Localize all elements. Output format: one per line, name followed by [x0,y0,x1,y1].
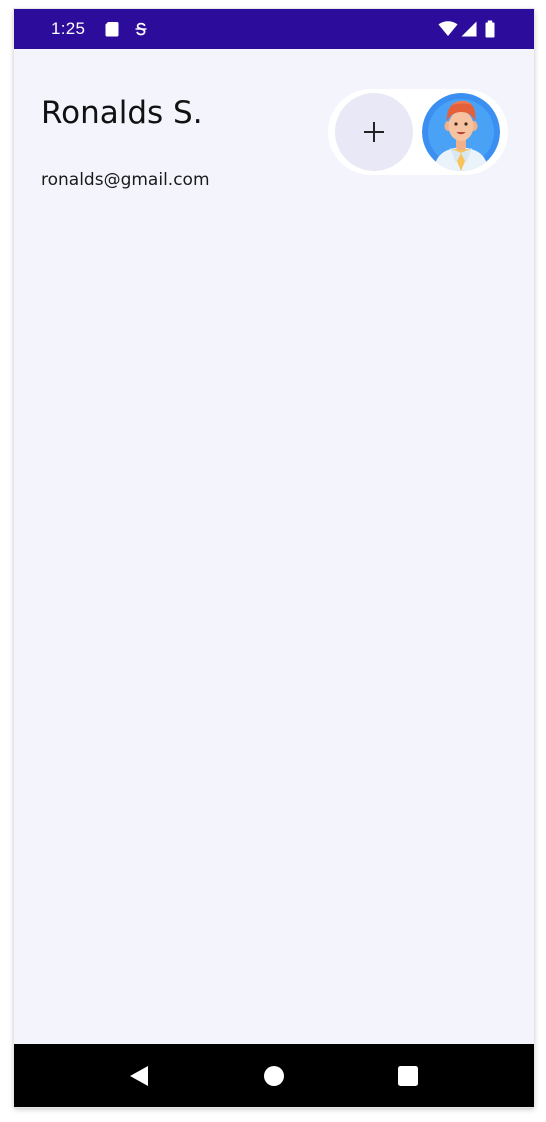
profile-email: ronalds@gmail.com [41,170,210,190]
avatar[interactable] [422,93,500,171]
back-icon[interactable] [124,1060,156,1092]
sync-s-icon [132,20,150,38]
phone-screen: 1:25 Ronalds S. ronalds@gmail.com [14,9,534,1107]
doctor-avatar-icon [422,93,500,171]
profile-name: Ronalds S. [41,95,203,131]
status-time: 1:25 [51,19,86,38]
recents-icon[interactable] [392,1060,424,1092]
navigation-bar [14,1044,534,1107]
profile-actions [328,89,508,175]
add-button[interactable] [335,93,413,171]
home-icon[interactable] [258,1060,290,1092]
battery-icon [484,20,496,38]
plus-icon [364,122,384,142]
signal-icon [460,20,478,38]
status-bar: 1:25 [14,9,534,49]
wifi-icon [438,20,458,38]
sd-card-icon [103,20,121,38]
